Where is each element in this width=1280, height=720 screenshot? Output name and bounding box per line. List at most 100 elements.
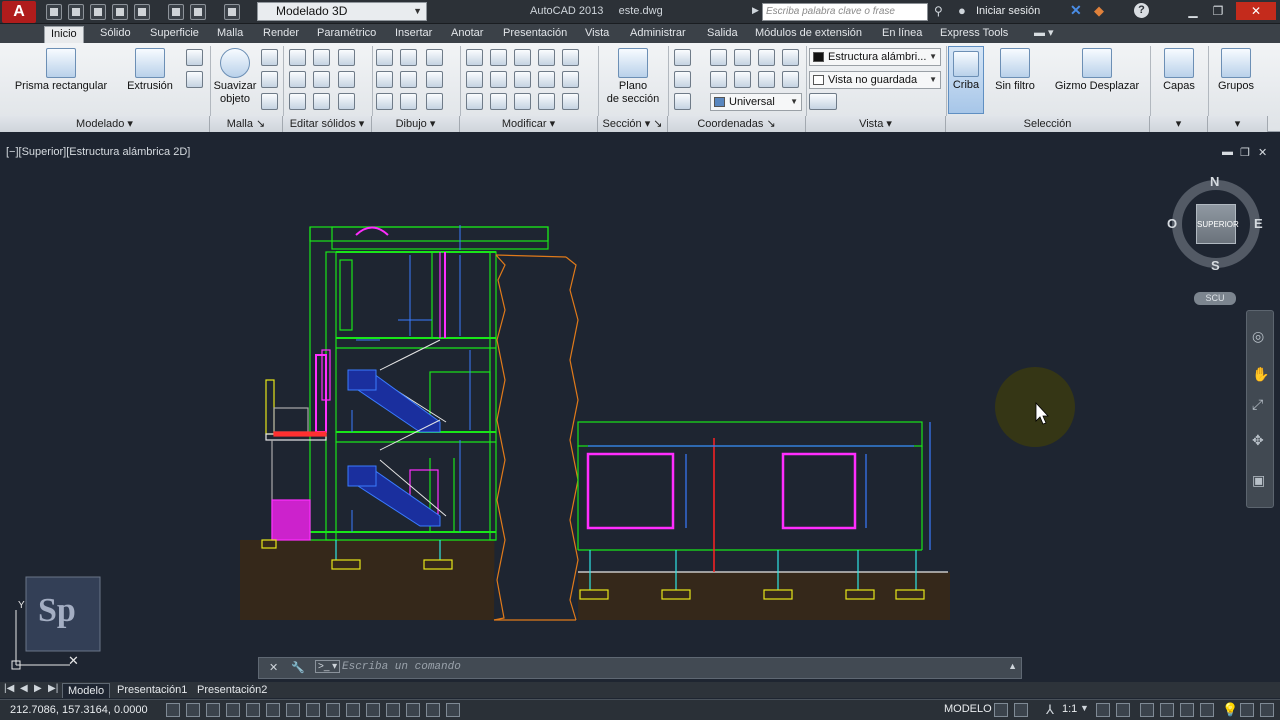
command-line[interactable]: ✕ 🔧 >_ ▾ Escriba un comando ▲ [258,657,1022,679]
save-icon[interactable] [90,4,106,20]
tab-presentacion[interactable]: Presentación [497,26,573,43]
mesh-tool-icon[interactable] [261,71,278,88]
spline-icon[interactable] [376,71,393,88]
otrack-icon[interactable] [306,703,320,717]
tab-express-tools[interactable]: Express Tools [934,26,1014,43]
offset-icon[interactable] [562,71,579,88]
annotation-scale-select[interactable]: 1:1 [1062,703,1077,715]
lock-icon[interactable] [1160,703,1174,717]
maximize-button[interactable]: ❐ [1207,2,1229,20]
trim-icon[interactable] [466,93,483,110]
annotation-scale-icon[interactable]: ⅄ [1046,702,1054,718]
gizmo-icon[interactable] [490,49,507,66]
print-icon[interactable] [168,4,184,20]
open-file-icon[interactable] [68,4,84,20]
ucs-y-icon[interactable] [758,49,775,66]
grid-icon[interactable] [206,703,220,717]
minimize-button[interactable]: ▁ [1182,2,1204,20]
shell-icon[interactable] [338,93,355,110]
visual-style-select[interactable]: Estructura alámbri... ▼ [809,48,941,66]
ucs-named-icon[interactable] [674,93,691,110]
quick-view-drawings-icon[interactable] [1014,703,1028,717]
panel-coordenadas[interactable]: Coordenadas ↘ [668,116,806,132]
polyline-icon[interactable] [376,49,393,66]
ucs-view-icon[interactable] [710,71,727,88]
panel-seccion[interactable]: Sección ▾ ↘ [598,116,668,132]
clean-screen-icon[interactable] [1240,703,1254,717]
mesh-tool-icon[interactable] [261,49,278,66]
interfere-icon[interactable] [289,71,306,88]
panel-capas-foot[interactable]: ▾ [1150,116,1208,132]
sin-filtro-button[interactable]: Sin filtro [990,48,1040,93]
login-button[interactable]: Iniciar sesión [976,5,1040,17]
command-input[interactable]: Escriba un comando [342,661,461,673]
array-icon[interactable] [514,49,531,66]
tab-next-icon[interactable]: ▶ [34,683,42,694]
tab-en-linea[interactable]: En línea [876,26,928,43]
stretch-icon[interactable] [538,71,555,88]
quick-view-layouts-icon[interactable] [994,703,1008,717]
snap-icon[interactable] [186,703,200,717]
capas-button[interactable]: Capas [1156,48,1202,93]
tab-last-icon[interactable]: ▶| [48,683,58,694]
subtract-icon[interactable] [313,49,330,66]
mesh-tool-icon[interactable] [261,93,278,110]
rotate-icon[interactable] [490,71,507,88]
suavizar-objeto-button[interactable]: Suavizar objeto [212,48,258,106]
solid-tool-icon[interactable] [186,49,203,66]
grid-array-icon[interactable] [562,93,579,110]
ucs-icon[interactable] [674,49,691,66]
panel-modelado[interactable]: Modelado ▾ [0,116,210,132]
rectangle-icon[interactable] [400,93,417,110]
align-icon[interactable] [538,49,555,66]
help-icon[interactable]: ? [1134,3,1149,18]
ucs-select[interactable]: Universal ▼ [710,93,802,111]
tab-modulos[interactable]: Módulos de extensión [749,26,868,43]
am-icon[interactable] [446,703,460,717]
compass-east[interactable]: E [1254,216,1263,231]
compass-south[interactable]: S [1211,258,1220,273]
helix-icon[interactable] [400,71,417,88]
line-icon[interactable] [400,49,417,66]
new-file-icon[interactable] [46,4,62,20]
tab-superficie[interactable]: Superficie [144,26,205,43]
command-prompt-icon[interactable]: >_ ▾ [315,660,341,673]
tab-anotar[interactable]: Anotar [445,26,489,43]
ortho-icon[interactable] [226,703,240,717]
close-button[interactable]: ✕ [1236,2,1276,20]
solid-tool-icon[interactable] [186,71,203,88]
copy-icon[interactable] [514,93,531,110]
imprint-icon[interactable] [313,93,330,110]
ucs-z-icon[interactable] [782,49,799,66]
tab-parametrico[interactable]: Paramétrico [311,26,382,43]
tab-presentacion1[interactable]: Presentación1 [112,683,192,698]
chevron-up-icon[interactable]: ▲ [1008,661,1017,671]
drawing-canvas[interactable] [0,140,1280,682]
steering-wheel-icon[interactable]: ◎ [1252,328,1264,345]
ucs-origin-icon[interactable] [710,49,727,66]
sc-icon[interactable] [426,703,440,717]
named-view-select[interactable]: Vista no guardada ▼ [809,71,941,89]
coordinates-readout[interactable]: 212.7086, 157.3164, 0.0000 [10,704,148,716]
tab-administrar[interactable]: Administrar [624,26,692,43]
close-icon[interactable]: ✕ [269,661,278,674]
intersect-icon[interactable] [338,49,355,66]
showmotion-icon[interactable]: ▣ [1252,472,1265,489]
lightbulb-icon[interactable]: 💡 [1222,702,1238,718]
undo-icon[interactable] [190,4,206,20]
extract-edges-icon[interactable] [289,93,306,110]
dyn-icon[interactable] [346,703,360,717]
circle-icon[interactable] [426,71,443,88]
qp-icon[interactable] [406,703,420,717]
panel-malla[interactable]: Malla ↘ [210,116,283,132]
exchange-icon[interactable]: ✕ [1070,2,1082,19]
ucs-object-icon[interactable] [734,71,751,88]
ucs-x-icon[interactable] [734,49,751,66]
extrusion-button[interactable]: Extrusión [122,48,178,93]
apps-icon[interactable]: ◆ [1094,3,1104,19]
panel-modificar[interactable]: Modificar ▾ [460,116,598,132]
tpy-icon[interactable] [386,703,400,717]
scale-icon[interactable] [514,71,531,88]
panel-grupos-foot[interactable]: ▾ [1208,116,1268,132]
expand-icon[interactable]: ▶ [752,5,759,16]
